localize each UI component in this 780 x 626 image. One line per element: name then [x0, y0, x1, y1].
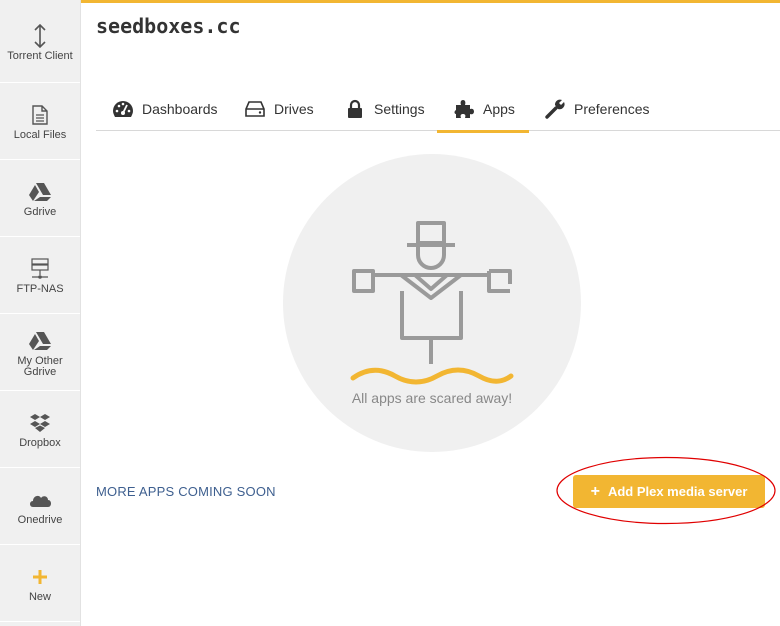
puzzle-icon — [453, 99, 475, 119]
sidebar-item-label: Dropbox — [19, 437, 61, 449]
sidebar-item-ftp-nas[interactable]: FTP-NAS — [0, 238, 80, 314]
sidebar-item-label: My Other Gdrive — [17, 354, 63, 378]
sidebar-item-my-other-gdrive[interactable]: My Other Gdrive — [0, 315, 80, 391]
sidebar-item-label: Gdrive — [23, 206, 57, 218]
server-icon — [31, 256, 49, 282]
top-accent-bar — [0, 0, 780, 3]
tab-label: Drives — [274, 100, 314, 117]
sidebar: Torrent Client Local Files Gdrive FTP-NA… — [0, 0, 81, 626]
tab-label: Apps — [483, 100, 515, 117]
sidebar-item-label: New — [28, 591, 51, 603]
lock-icon — [344, 99, 366, 119]
dropbox-icon — [29, 410, 51, 436]
more-apps-coming-soon: MORE APPS COMING SOON — [96, 484, 276, 499]
tab-apps[interactable]: Apps — [437, 86, 529, 133]
file-icon — [32, 102, 48, 128]
cloud-icon — [28, 487, 52, 513]
sidebar-item-new[interactable]: New — [0, 546, 80, 622]
tab-label: Dashboards — [142, 100, 218, 117]
tab-dashboards[interactable]: Dashboards — [112, 86, 218, 131]
wrench-icon — [544, 99, 566, 119]
sidebar-item-label: Onedrive — [17, 514, 63, 526]
sidebar-item-local-files[interactable]: Local Files — [0, 84, 80, 160]
tab-drives[interactable]: Drives — [244, 86, 314, 131]
tab-preferences[interactable]: Preferences — [544, 86, 649, 131]
tab-settings[interactable]: Settings — [344, 86, 425, 131]
sidebar-item-onedrive[interactable]: Onedrive — [0, 469, 80, 545]
add-button-label: Add Plex media server — [607, 484, 748, 499]
sidebar-item-gdrive[interactable]: Gdrive — [0, 161, 80, 237]
sidebar-item-torrent-client[interactable]: Torrent Client — [0, 3, 80, 83]
scarecrow-illustration — [345, 214, 520, 389]
tab-label: Preferences — [574, 100, 650, 117]
sidebar-item-dropbox[interactable]: Dropbox — [0, 392, 80, 468]
brand-logo: seedboxes.cc — [96, 14, 241, 38]
arrows-updown-icon — [33, 23, 47, 49]
tab-bar: Dashboards Drives Settings Apps Preferen… — [96, 86, 780, 133]
empty-state-message: All apps are scared away! — [351, 390, 513, 406]
sidebar-item-label: Local Files — [13, 129, 67, 141]
hard-drive-icon — [244, 99, 266, 119]
sidebar-item-label: FTP-NAS — [16, 283, 64, 295]
plus-icon: + — [590, 483, 600, 500]
google-drive-icon — [29, 328, 51, 354]
add-plex-media-server-button[interactable]: + Add Plex media server — [573, 475, 765, 508]
tab-label: Settings — [374, 100, 425, 117]
google-drive-icon — [29, 179, 51, 205]
gauge-icon — [112, 99, 134, 119]
sidebar-item-label: Torrent Client — [7, 50, 73, 62]
plus-icon — [32, 564, 48, 590]
